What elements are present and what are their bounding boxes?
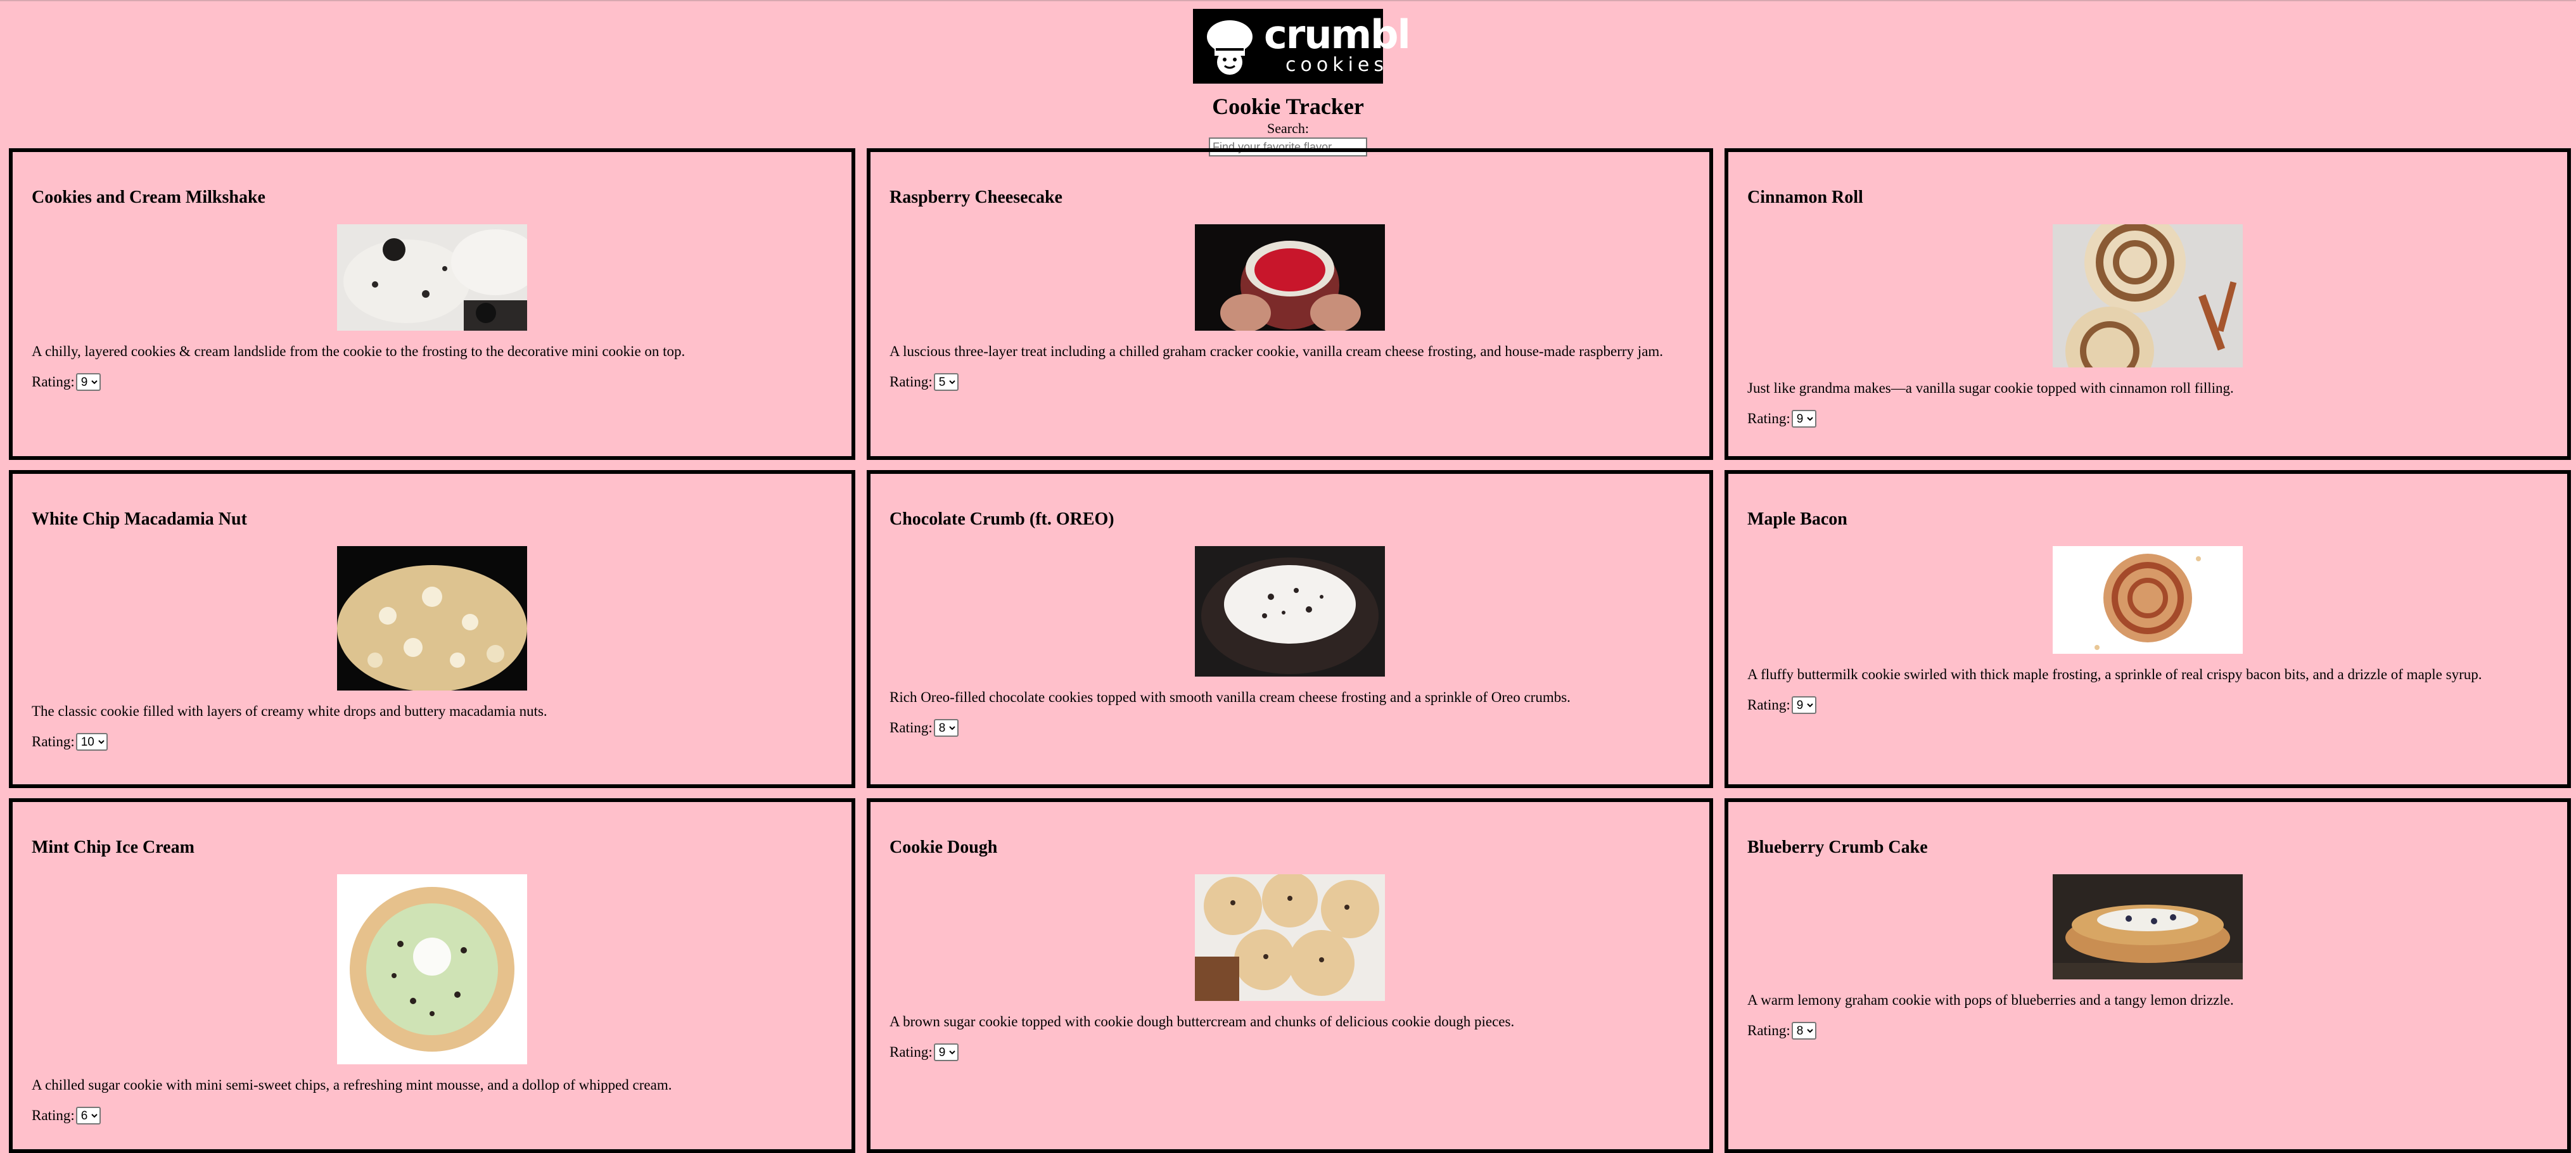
cookie-description: A fluffy buttermilk cookie swirled with … (1747, 666, 2482, 682)
cookie-image (1195, 546, 1385, 677)
cookie-image (1195, 874, 1385, 1001)
rating-label: Rating: (32, 374, 75, 390)
rating-row: Rating: 9 (1747, 410, 2548, 428)
rating-select[interactable]: 8 (933, 719, 959, 737)
cookie-image (2053, 546, 2243, 654)
logo-sub-text: cookies (1285, 54, 1388, 76)
cookie-card: Blueberry Crumb Cake A warm lemony graha… (1725, 798, 2571, 1153)
rating-select[interactable]: 6 (75, 1107, 101, 1124)
page-title: Cookie Tracker (1212, 94, 1364, 119)
rating-row: Rating: 8 (889, 719, 1690, 737)
cookie-card: Cinnamon Roll Just like grandma makes—a … (1725, 148, 2571, 460)
cookie-title: White Chip Macadamia Nut (32, 509, 247, 529)
rating-row: Rating: 6 (32, 1107, 832, 1124)
rating-label: Rating: (32, 734, 75, 749)
cookie-card: Mint Chip Ice Cream A chilled sugar cook… (9, 798, 855, 1153)
cookie-title: Raspberry Cheesecake (889, 188, 1062, 207)
rating-label: Rating: (889, 374, 933, 390)
cookie-card: Chocolate Crumb (ft. OREO) Rich Oreo-fil… (867, 470, 1713, 788)
rating-row: Rating: 5 (889, 373, 1690, 391)
cookie-description: A luscious three-layer treat including a… (889, 343, 1664, 359)
cookie-image (337, 224, 527, 331)
rating-row: Rating: 9 (32, 373, 832, 391)
rating-select[interactable]: 10 (75, 733, 108, 751)
cookie-title: Cinnamon Roll (1747, 188, 1863, 207)
cookie-description: A chilled sugar cookie with mini semi-sw… (32, 1077, 672, 1093)
rating-row: Rating: 9 (1747, 696, 2548, 714)
rating-select[interactable]: 9 (1791, 696, 1816, 714)
cookie-title: Chocolate Crumb (ft. OREO) (889, 509, 1114, 529)
rating-label: Rating: (1747, 1022, 1790, 1038)
cookie-image (2053, 874, 2243, 979)
cookie-card: Cookie Dough A brown sugar cookie topped… (867, 798, 1713, 1153)
cookie-title: Cookies and Cream Milkshake (32, 188, 265, 207)
rating-label: Rating: (32, 1107, 75, 1123)
rating-label: Rating: (889, 720, 933, 736)
cookie-card: Cookies and Cream Milkshake A chilly, la… (9, 148, 855, 460)
cookie-image (1195, 224, 1385, 331)
cookie-grid: Cookies and Cream Milkshake A chilly, la… (9, 148, 2571, 1153)
cookie-description: Just like grandma makes—a vanilla sugar … (1747, 380, 2234, 396)
cookie-title: Mint Chip Ice Cream (32, 838, 194, 857)
cookie-card: Raspberry Cheesecake A luscious three-la… (867, 148, 1713, 460)
cookie-title: Maple Bacon (1747, 509, 1847, 529)
rating-label: Rating: (889, 1044, 933, 1060)
cookie-description: Rich Oreo-filled chocolate cookies toppe… (889, 689, 1571, 705)
crumbl-logo: crumbl cookies (1193, 9, 1411, 84)
rating-row: Rating: 10 (32, 733, 832, 751)
cookie-description: The classic cookie filled with layers of… (32, 703, 547, 719)
cookie-title: Blueberry Crumb Cake (1747, 838, 1928, 857)
search-label: Search: (1267, 120, 1309, 136)
cookie-card: Maple Bacon A fluffy buttermilk cookie s… (1725, 470, 2571, 788)
rating-label: Rating: (1747, 697, 1790, 713)
cookie-description: A chilly, layered cookies & cream landsl… (32, 343, 685, 359)
rating-select[interactable]: 9 (933, 1043, 959, 1061)
cookie-description: A brown sugar cookie topped with cookie … (889, 1014, 1515, 1029)
rating-select[interactable]: 5 (933, 373, 959, 391)
chef-icon (1207, 20, 1253, 75)
rating-select[interactable]: 9 (75, 373, 101, 391)
cookie-image (337, 546, 527, 691)
cookie-card: White Chip Macadamia Nut The classic coo… (9, 470, 855, 788)
rating-row: Rating: 9 (889, 1043, 1690, 1061)
cookie-description: A warm lemony graham cookie with pops of… (1747, 992, 2234, 1008)
rating-select[interactable]: 9 (1791, 410, 1816, 428)
page-header: crumbl cookies Cookie Tracker Search: (0, 1, 2576, 156)
rating-row: Rating: 8 (1747, 1022, 2548, 1040)
rating-select[interactable]: 8 (1791, 1022, 1816, 1040)
cookie-image (2053, 224, 2243, 367)
cookie-title: Cookie Dough (889, 838, 998, 857)
rating-label: Rating: (1747, 411, 1790, 426)
logo-brand-text: crumbl (1264, 11, 1411, 58)
cookie-image (337, 874, 527, 1064)
